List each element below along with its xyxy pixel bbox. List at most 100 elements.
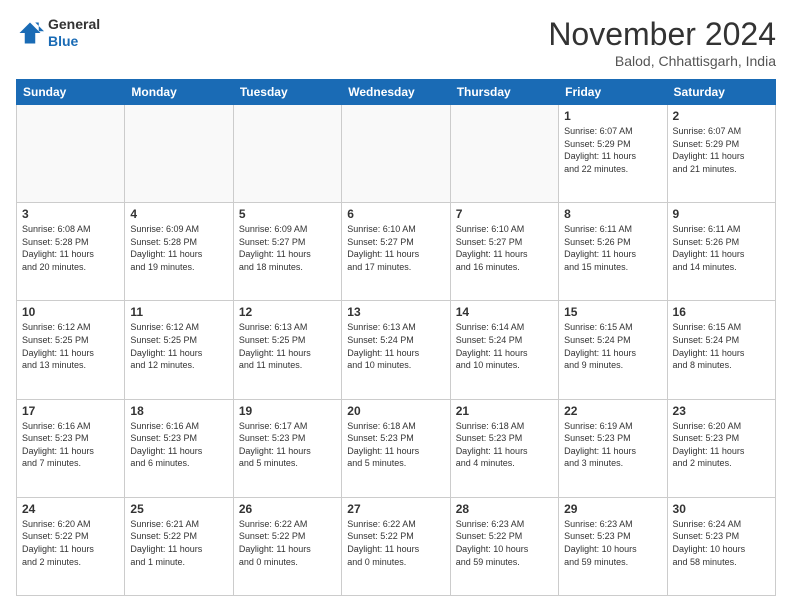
calendar-day-cell: 6 Sunrise: 6:10 AM Sunset: 5:27 PM Daylig… [342, 203, 450, 301]
day-info: Sunrise: 6:23 AM Sunset: 5:23 PM Dayligh… [564, 518, 661, 568]
day-info: Sunrise: 6:07 AM Sunset: 5:29 PM Dayligh… [564, 125, 661, 175]
day-number: 18 [130, 404, 227, 418]
calendar-day-cell: 1 Sunrise: 6:07 AM Sunset: 5:29 PM Daylig… [559, 105, 667, 203]
calendar-day-cell: 26 Sunrise: 6:22 AM Sunset: 5:22 PM Dayli… [233, 497, 341, 595]
day-info: Sunrise: 6:22 AM Sunset: 5:22 PM Dayligh… [239, 518, 336, 568]
day-number: 16 [673, 305, 770, 319]
day-info: Sunrise: 6:23 AM Sunset: 5:22 PM Dayligh… [456, 518, 553, 568]
day-info: Sunrise: 6:10 AM Sunset: 5:27 PM Dayligh… [347, 223, 444, 273]
title-block: November 2024 Balod, Chhattisgarh, India [548, 16, 776, 69]
day-info: Sunrise: 6:14 AM Sunset: 5:24 PM Dayligh… [456, 321, 553, 371]
day-number: 4 [130, 207, 227, 221]
calendar-day-cell: 4 Sunrise: 6:09 AM Sunset: 5:28 PM Daylig… [125, 203, 233, 301]
day-info: Sunrise: 6:17 AM Sunset: 5:23 PM Dayligh… [239, 420, 336, 470]
calendar-day-cell: 11 Sunrise: 6:12 AM Sunset: 5:25 PM Dayli… [125, 301, 233, 399]
calendar-week-row: 24Sunrise: 6:20 AM Sunset: 5:22 PM Dayli… [17, 497, 776, 595]
calendar-day-cell: 24Sunrise: 6:20 AM Sunset: 5:22 PM Dayli… [17, 497, 125, 595]
calendar-week-row: 17 Sunrise: 6:16 AM Sunset: 5:23 PM Dayli… [17, 399, 776, 497]
day-number: 15 [564, 305, 661, 319]
day-number: 22 [564, 404, 661, 418]
calendar-day-cell: 3Sunrise: 6:08 AM Sunset: 5:28 PM Daylig… [17, 203, 125, 301]
calendar-day-cell: 13 Sunrise: 6:13 AM Sunset: 5:24 PM Dayli… [342, 301, 450, 399]
day-info: Sunrise: 6:20 AM Sunset: 5:23 PM Dayligh… [673, 420, 770, 470]
calendar-day-cell: 12 Sunrise: 6:13 AM Sunset: 5:25 PM Dayli… [233, 301, 341, 399]
day-info: Sunrise: 6:09 AM Sunset: 5:27 PM Dayligh… [239, 223, 336, 273]
location: Balod, Chhattisgarh, India [548, 53, 776, 69]
logo-blue: Blue [48, 33, 100, 50]
day-number: 30 [673, 502, 770, 516]
day-info: Sunrise: 6:15 AM Sunset: 5:24 PM Dayligh… [673, 321, 770, 371]
day-number: 27 [347, 502, 444, 516]
calendar-day-cell: 2 Sunrise: 6:07 AM Sunset: 5:29 PM Daylig… [667, 105, 775, 203]
day-info: Sunrise: 6:16 AM Sunset: 5:23 PM Dayligh… [22, 420, 119, 470]
calendar-day-cell: 10 Sunrise: 6:12 AM Sunset: 5:25 PM Dayli… [17, 301, 125, 399]
day-info: Sunrise: 6:13 AM Sunset: 5:24 PM Dayligh… [347, 321, 444, 371]
calendar-day-header: Wednesday [342, 80, 450, 105]
day-info: Sunrise: 6:13 AM Sunset: 5:25 PM Dayligh… [239, 321, 336, 371]
day-info: Sunrise: 6:19 AM Sunset: 5:23 PM Dayligh… [564, 420, 661, 470]
day-number: 13 [347, 305, 444, 319]
calendar-week-row: 3Sunrise: 6:08 AM Sunset: 5:28 PM Daylig… [17, 203, 776, 301]
calendar-day-cell: 18 Sunrise: 6:16 AM Sunset: 5:23 PM Dayli… [125, 399, 233, 497]
day-info: Sunrise: 6:07 AM Sunset: 5:29 PM Dayligh… [673, 125, 770, 175]
day-number: 29 [564, 502, 661, 516]
calendar-day-cell [233, 105, 341, 203]
day-number: 26 [239, 502, 336, 516]
month-title: November 2024 [548, 16, 776, 53]
calendar-day-cell [342, 105, 450, 203]
calendar-day-cell: 8 Sunrise: 6:11 AM Sunset: 5:26 PM Daylig… [559, 203, 667, 301]
calendar-day-cell: 19Sunrise: 6:17 AM Sunset: 5:23 PM Dayli… [233, 399, 341, 497]
day-info: Sunrise: 6:18 AM Sunset: 5:23 PM Dayligh… [456, 420, 553, 470]
day-info: Sunrise: 6:12 AM Sunset: 5:25 PM Dayligh… [22, 321, 119, 371]
day-info: Sunrise: 6:16 AM Sunset: 5:23 PM Dayligh… [130, 420, 227, 470]
calendar-day-cell: 17 Sunrise: 6:16 AM Sunset: 5:23 PM Dayli… [17, 399, 125, 497]
day-info: Sunrise: 6:10 AM Sunset: 5:27 PM Dayligh… [456, 223, 553, 273]
day-info: Sunrise: 6:21 AM Sunset: 5:22 PM Dayligh… [130, 518, 227, 568]
calendar-week-row: 10 Sunrise: 6:12 AM Sunset: 5:25 PM Dayli… [17, 301, 776, 399]
day-info: Sunrise: 6:22 AM Sunset: 5:22 PM Dayligh… [347, 518, 444, 568]
calendar-day-cell: 28 Sunrise: 6:23 AM Sunset: 5:22 PM Dayli… [450, 497, 558, 595]
logo-general: General [48, 16, 100, 33]
calendar-day-header: Tuesday [233, 80, 341, 105]
day-number: 3 [22, 207, 119, 221]
day-info: Sunrise: 6:12 AM Sunset: 5:25 PM Dayligh… [130, 321, 227, 371]
day-number: 1 [564, 109, 661, 123]
day-info: Sunrise: 6:09 AM Sunset: 5:28 PM Dayligh… [130, 223, 227, 273]
logo-icon [16, 19, 44, 47]
day-number: 17 [22, 404, 119, 418]
day-number: 28 [456, 502, 553, 516]
day-info: Sunrise: 6:15 AM Sunset: 5:24 PM Dayligh… [564, 321, 661, 371]
day-info: Sunrise: 6:18 AM Sunset: 5:23 PM Dayligh… [347, 420, 444, 470]
day-number: 10 [22, 305, 119, 319]
calendar-day-cell: 16 Sunrise: 6:15 AM Sunset: 5:24 PM Dayli… [667, 301, 775, 399]
day-number: 23 [673, 404, 770, 418]
day-number: 25 [130, 502, 227, 516]
calendar-day-cell: 27 Sunrise: 6:22 AM Sunset: 5:22 PM Dayli… [342, 497, 450, 595]
calendar-day-cell: 22 Sunrise: 6:19 AM Sunset: 5:23 PM Dayli… [559, 399, 667, 497]
calendar-day-cell: 21Sunrise: 6:18 AM Sunset: 5:23 PM Dayli… [450, 399, 558, 497]
day-number: 8 [564, 207, 661, 221]
calendar-day-cell: 14 Sunrise: 6:14 AM Sunset: 5:24 PM Dayli… [450, 301, 558, 399]
calendar-day-header: Sunday [17, 80, 125, 105]
calendar-day-cell: 9Sunrise: 6:11 AM Sunset: 5:26 PM Daylig… [667, 203, 775, 301]
day-info: Sunrise: 6:11 AM Sunset: 5:26 PM Dayligh… [564, 223, 661, 273]
calendar-day-cell [17, 105, 125, 203]
day-number: 5 [239, 207, 336, 221]
calendar-day-header: Friday [559, 80, 667, 105]
page: General Blue November 2024 Balod, Chhatt… [0, 0, 792, 612]
day-number: 20 [347, 404, 444, 418]
day-number: 7 [456, 207, 553, 221]
day-number: 6 [347, 207, 444, 221]
calendar-header-row: SundayMondayTuesdayWednesdayThursdayFrid… [17, 80, 776, 105]
day-number: 2 [673, 109, 770, 123]
calendar-day-cell: 20 Sunrise: 6:18 AM Sunset: 5:23 PM Dayli… [342, 399, 450, 497]
calendar-day-cell: 30 Sunrise: 6:24 AM Sunset: 5:23 PM Dayli… [667, 497, 775, 595]
calendar-table: SundayMondayTuesdayWednesdayThursdayFrid… [16, 79, 776, 596]
day-number: 12 [239, 305, 336, 319]
calendar-day-cell: 23 Sunrise: 6:20 AM Sunset: 5:23 PM Dayli… [667, 399, 775, 497]
day-info: Sunrise: 6:11 AM Sunset: 5:26 PM Dayligh… [673, 223, 770, 273]
day-number: 14 [456, 305, 553, 319]
day-number: 11 [130, 305, 227, 319]
calendar-day-cell: 5 Sunrise: 6:09 AM Sunset: 5:27 PM Daylig… [233, 203, 341, 301]
day-info: Sunrise: 6:24 AM Sunset: 5:23 PM Dayligh… [673, 518, 770, 568]
